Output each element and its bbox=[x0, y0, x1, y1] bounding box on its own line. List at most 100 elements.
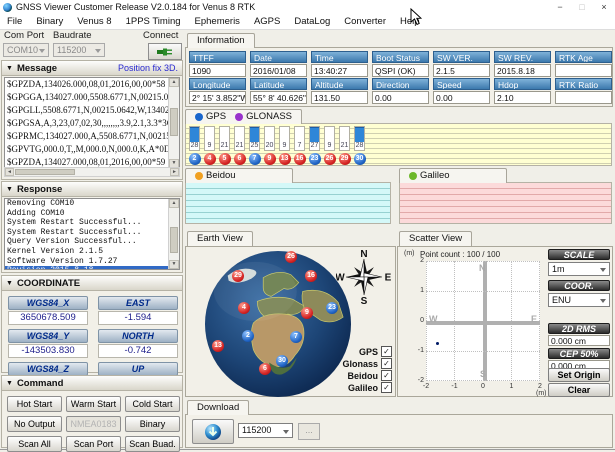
scroll-up-icon[interactable]: ▲ bbox=[169, 78, 179, 87]
information-row-2: Longitude2° 15' 3.852"WLatitude55° 8' 40… bbox=[189, 78, 612, 104]
connect-button[interactable] bbox=[148, 43, 182, 60]
rms-2d-label: 2D RMS bbox=[548, 323, 610, 334]
snr-bar-fill bbox=[310, 127, 319, 142]
info-field-value: 2.10 bbox=[494, 91, 551, 104]
menu-item-converter[interactable]: Converter bbox=[337, 14, 393, 29]
info-field-value: 13:40:27 bbox=[311, 64, 368, 77]
snr-value: 7 bbox=[295, 142, 304, 150]
scroll-down-icon[interactable]: ▼ bbox=[169, 260, 179, 269]
menu-item-ephemeris[interactable]: Ephemeris bbox=[188, 14, 247, 29]
chevron-down-icon bbox=[39, 49, 45, 53]
response-vertical-scrollbar[interactable]: ▲ ▼ bbox=[168, 199, 179, 269]
cold-start-button[interactable]: Cold Start bbox=[125, 396, 180, 412]
earth-view-panel: N S W E GPS✓Glonass✓Beidou✓Galileo✓ 2629… bbox=[185, 246, 396, 397]
beidou-label: Beidou bbox=[206, 169, 236, 183]
response-line: Query Version Successful... bbox=[5, 237, 179, 247]
coor-select[interactable]: ENU bbox=[548, 293, 610, 307]
constellation-checkbox-row: Glonass✓ bbox=[342, 358, 392, 369]
info-field-hdop: Hdop2.10 bbox=[494, 78, 551, 104]
tab-information[interactable]: Information bbox=[187, 33, 255, 48]
hot-start-button[interactable]: Hot Start bbox=[7, 396, 62, 412]
scan-all-button[interactable]: Scan All bbox=[7, 436, 62, 452]
scale-select[interactable]: 1m bbox=[548, 262, 610, 276]
command-panel-header[interactable]: ▼ Command bbox=[2, 376, 182, 391]
close-button[interactable]: × bbox=[593, 1, 615, 14]
checkbox-galileo[interactable]: ✓ bbox=[381, 382, 392, 393]
x-axis-unit: (m) bbox=[536, 390, 547, 397]
set-origin-button[interactable]: Set Origin bbox=[548, 368, 610, 382]
nmea-line: $GPVTG,000.0,T,,M,000.0,N,000.0,K,A*0D bbox=[5, 143, 179, 156]
menu-item-venus-8[interactable]: Venus 8 bbox=[70, 14, 118, 29]
binary-button[interactable]: Binary bbox=[125, 416, 180, 432]
warm-start-button[interactable]: Warm Start bbox=[66, 396, 121, 412]
scatter-plot: N S W E bbox=[426, 261, 540, 381]
coordinate-label: NORTH bbox=[98, 329, 178, 343]
response-line: Removing COM10 bbox=[5, 199, 179, 209]
clear-button[interactable]: Clear bbox=[548, 383, 610, 397]
message-panel-header[interactable]: ▼ Message Position fix 3D. bbox=[2, 61, 182, 76]
tab-download[interactable]: Download bbox=[187, 400, 249, 415]
satellite-id-badge: 16 bbox=[294, 153, 306, 165]
menu-item-agps[interactable]: AGPS bbox=[247, 14, 287, 29]
scan-buad--button[interactable]: Scan Buad. bbox=[125, 436, 180, 452]
scroll-left-icon[interactable]: ◄ bbox=[5, 168, 14, 176]
window-title: GNSS Viewer Customer Release V2.0.184 fo… bbox=[16, 2, 549, 12]
checkbox-gps[interactable]: ✓ bbox=[381, 346, 392, 357]
nmea-line: $GPRMC,134027.000,A,5508.6771,N,00215.06… bbox=[5, 130, 179, 143]
tab-galileo[interactable]: Galileo bbox=[399, 168, 507, 183]
menu-item-file[interactable]: File bbox=[0, 14, 29, 29]
menu-item-1pps-timing[interactable]: 1PPS Timing bbox=[119, 14, 188, 29]
no-output-button[interactable]: No Output bbox=[7, 416, 62, 432]
constellation-checkbox-group: GPS✓Glonass✓Beidou✓Galileo✓ bbox=[342, 345, 392, 393]
galileo-snr-chart bbox=[399, 182, 612, 224]
snr-bars: 28294215216257209913716272392621292830 bbox=[188, 126, 366, 165]
info-field-ttff: TTFF1090 bbox=[189, 51, 246, 77]
snr-bar: 25 bbox=[249, 126, 260, 151]
coordinate-field-east: EAST-1.594 bbox=[98, 296, 178, 325]
message-horizontal-scrollbar[interactable]: ◄ ► bbox=[4, 167, 180, 177]
info-field-value bbox=[555, 91, 612, 104]
checkbox-label: GPS bbox=[359, 347, 378, 357]
checkbox-beidou[interactable]: ✓ bbox=[381, 370, 392, 381]
scrollbar-thumb[interactable] bbox=[170, 227, 178, 253]
snr-bar-fill bbox=[250, 127, 259, 142]
info-field-label: Latitude bbox=[250, 78, 307, 90]
menu-item-datalog[interactable]: DataLog bbox=[287, 14, 337, 29]
scrollbar-thumb[interactable] bbox=[15, 169, 75, 175]
info-field-date: Date2016/01/08 bbox=[250, 51, 307, 77]
earth-satellite-marker: 6 bbox=[259, 363, 271, 375]
checkbox-label: Beidou bbox=[348, 371, 379, 381]
response-panel-header[interactable]: ▼ Response bbox=[2, 182, 182, 197]
scrollbar-thumb[interactable] bbox=[170, 108, 178, 136]
collapse-arrow-icon: ▼ bbox=[6, 280, 13, 287]
scan-port-button[interactable]: Scan Port bbox=[66, 436, 121, 452]
download-button[interactable] bbox=[192, 419, 234, 444]
scroll-right-icon[interactable]: ► bbox=[170, 168, 179, 176]
tab-beidou[interactable]: Beidou bbox=[185, 168, 293, 183]
beidou-snr-chart bbox=[185, 182, 391, 224]
download-baudrate-select[interactable]: 115200 bbox=[238, 423, 293, 438]
checkbox-glonass[interactable]: ✓ bbox=[381, 358, 392, 369]
browse-more-button[interactable]: ... bbox=[298, 423, 320, 440]
command-panel: ▼ Command Hot StartWarm StartCold Start N… bbox=[1, 375, 183, 448]
y-axis-tick: 0 bbox=[410, 317, 424, 324]
scroll-up-icon[interactable]: ▲ bbox=[169, 199, 179, 208]
tab-information-label: Information bbox=[197, 34, 245, 48]
minimize-button[interactable]: − bbox=[549, 1, 571, 14]
info-field-label: Time bbox=[311, 51, 368, 63]
earth-satellite-marker: 9 bbox=[301, 307, 313, 319]
tab-gps-glonass[interactable]: GPS GLONASS bbox=[185, 109, 302, 124]
tab-earth-view[interactable]: Earth View bbox=[187, 231, 253, 246]
message-vertical-scrollbar[interactable]: ▲ ▼ bbox=[168, 78, 179, 168]
connection-bar: Com Port Baudrate Connect COM10 115200 bbox=[0, 29, 184, 60]
coordinate-value: -143503.830 bbox=[8, 344, 88, 358]
coordinate-panel-header[interactable]: ▼ COORDINATE bbox=[2, 276, 182, 291]
earth-satellite-marker: 7 bbox=[290, 331, 302, 343]
point-count-label: Point count : 100 / 100 bbox=[420, 250, 500, 259]
maximize-button[interactable]: □ bbox=[571, 1, 593, 14]
menu-item-binary[interactable]: Binary bbox=[29, 14, 70, 29]
info-field-value: 1090 bbox=[189, 64, 246, 77]
tab-scatter-view[interactable]: Scatter View bbox=[399, 231, 472, 246]
info-field-label: Altitude bbox=[311, 78, 368, 90]
info-field-longitude: Longitude2° 15' 3.852"W bbox=[189, 78, 246, 104]
